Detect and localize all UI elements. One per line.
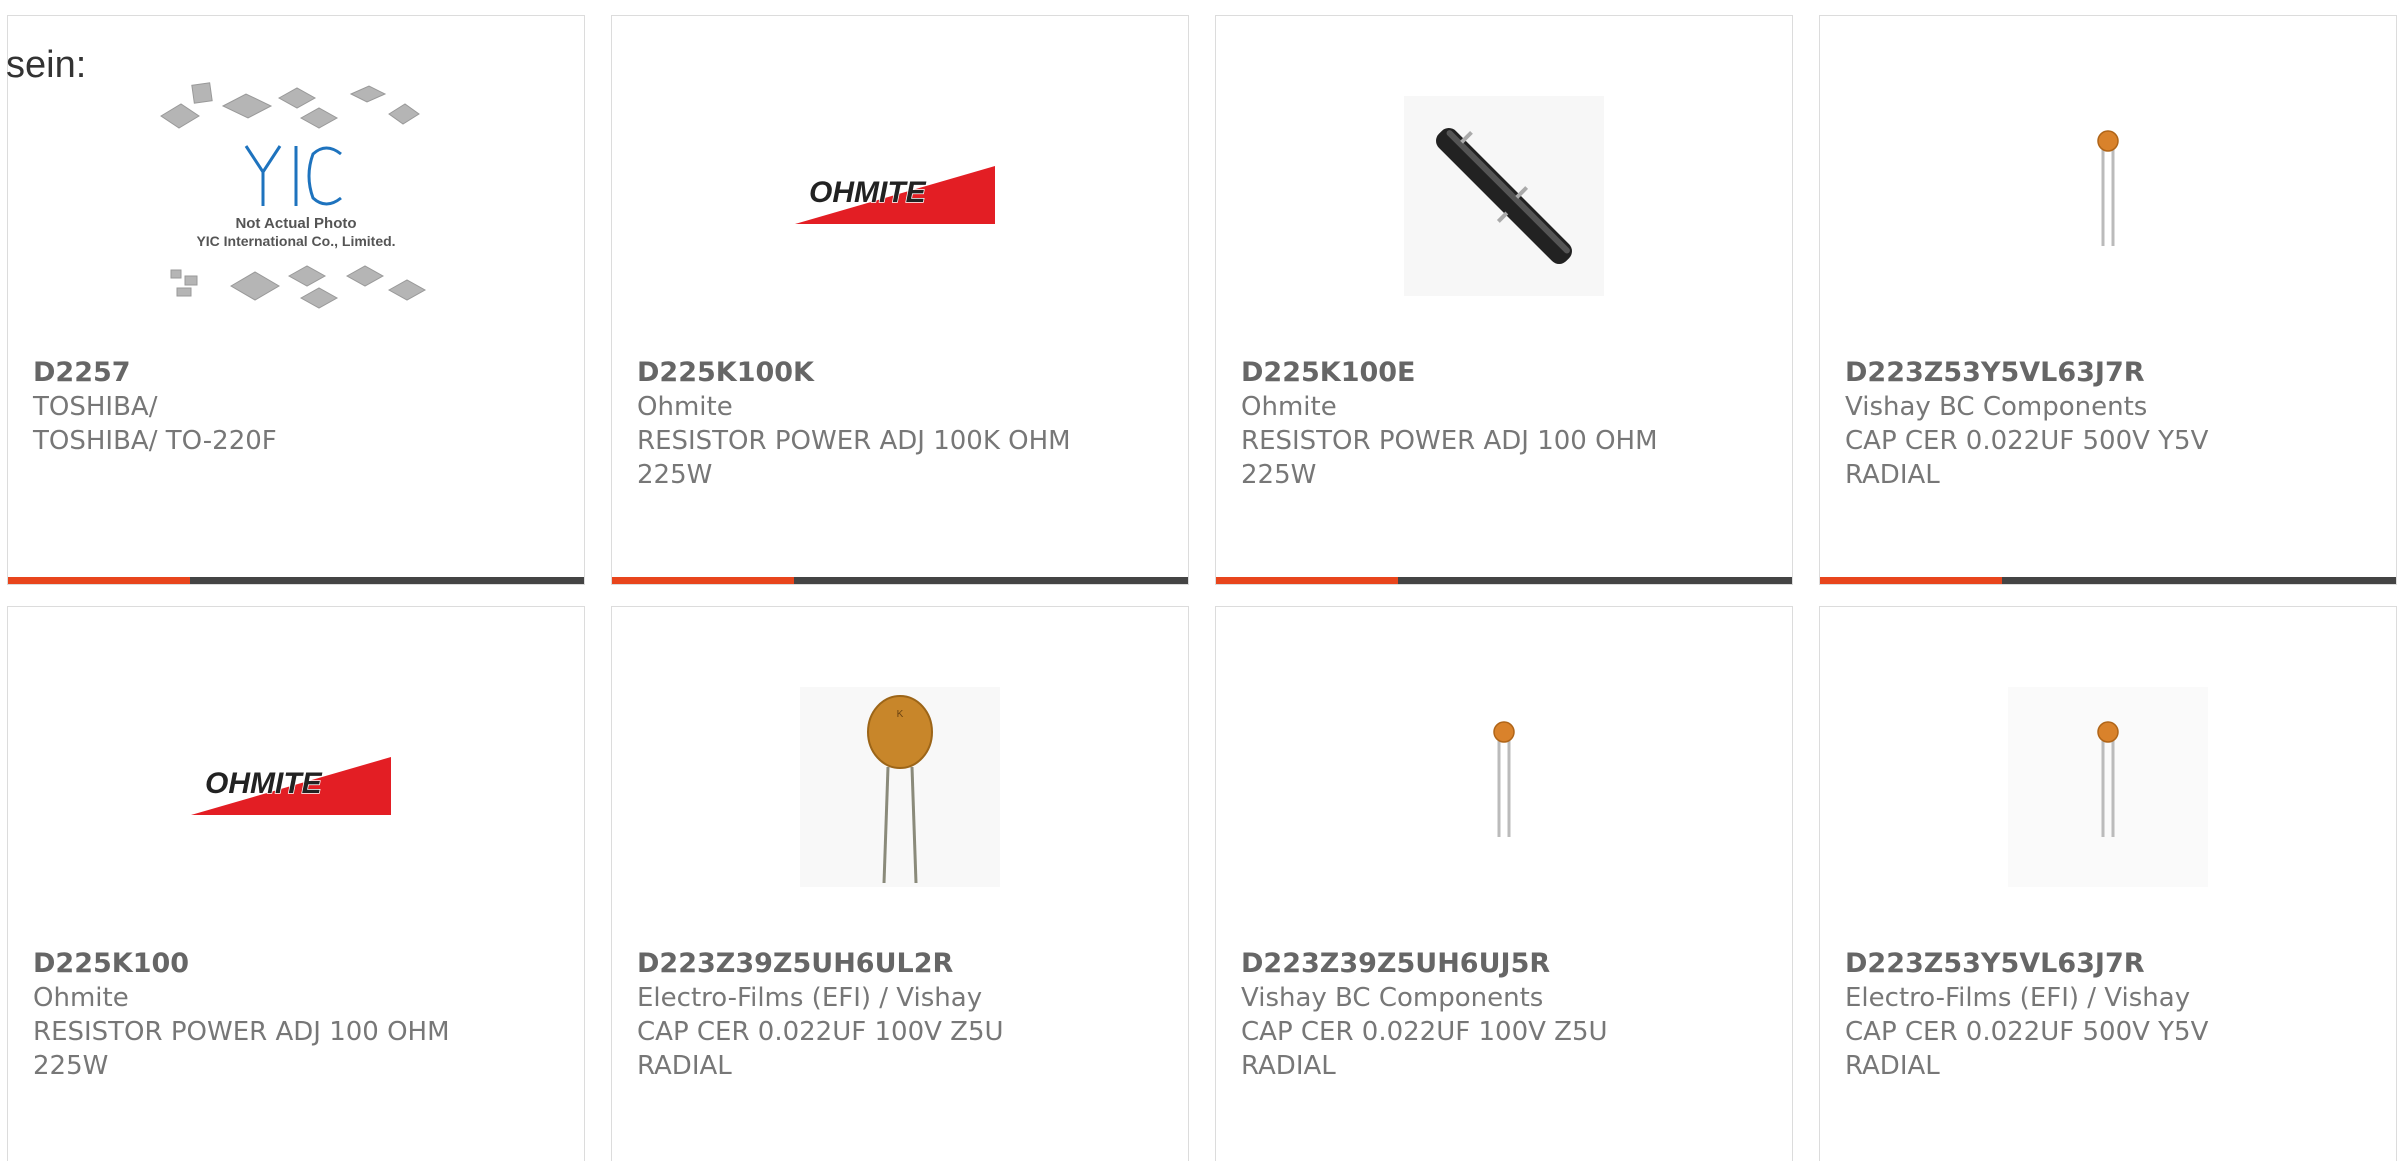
- product-image: OHMITE: [612, 86, 1188, 306]
- part-number[interactable]: D225K100K: [637, 356, 1163, 390]
- product-card[interactable]: D223Z53Y5VL63J7R Vishay BC Components CA…: [1819, 15, 2397, 585]
- product-card[interactable]: OHMITE D225K100K Ohmite RESISTOR POWER A…: [611, 15, 1189, 585]
- product-card[interactable]: D223Z53Y5VL63J7R Electro-Films (EFI) / V…: [1819, 606, 2397, 1161]
- product-image: [1820, 677, 2396, 897]
- product-card[interactable]: D223Z39Z5UH6UJ5R Vishay BC Components CA…: [1215, 606, 1793, 1161]
- part-number[interactable]: D225K100E: [1241, 356, 1767, 390]
- svg-text:K: K: [897, 709, 904, 720]
- card-accent-bar: [612, 577, 794, 584]
- manufacturer: TOSHIBA/: [33, 392, 158, 422]
- description: CAP CER 0.022UF 500V Y5V RADIAL: [1845, 1017, 2209, 1081]
- manufacturer: Ohmite: [33, 983, 129, 1013]
- part-number[interactable]: D223Z53Y5VL63J7R: [1845, 947, 2371, 981]
- description: RESISTOR POWER ADJ 100K OHM 225W: [637, 426, 1071, 490]
- not-actual-photo-placeholder-icon: Not Actual Photo YIC International Co., …: [160, 82, 427, 309]
- part-number[interactable]: D223Z53Y5VL63J7R: [1845, 356, 2371, 390]
- product-card[interactable]: Not Actual Photo YIC International Co., …: [7, 15, 585, 585]
- product-info: D225K100 Ohmite RESISTOR POWER ADJ 100 O…: [33, 947, 559, 1083]
- description: RESISTOR POWER ADJ 100 OHM 225W: [1241, 426, 1658, 490]
- lead-text: sein:: [6, 44, 87, 86]
- ceramic-capacitor-icon: [2097, 130, 2119, 246]
- manufacturer: Vishay BC Components: [1845, 392, 2148, 422]
- product-grid-page: sein: Not Actual Photo YIC International…: [0, 0, 2400, 1161]
- card-bottom-bar: [1820, 577, 2396, 584]
- ceramic-capacitor-icon: [1493, 721, 1515, 837]
- product-card[interactable]: OHMITE D225K100 Ohmite RESISTOR POWER AD…: [7, 606, 585, 1161]
- manufacturer: Electro-Films (EFI) / Vishay: [637, 983, 983, 1013]
- card-accent-bar: [1216, 577, 1398, 584]
- card-bottom-bar: [8, 577, 584, 584]
- card-bottom-bar: [612, 577, 1188, 584]
- description: CAP CER 0.022UF 500V Y5V RADIAL: [1845, 426, 2209, 490]
- power-resistor-icon: [1404, 96, 1604, 296]
- not-actual-photo-label: Not Actual Photo: [235, 215, 356, 232]
- description: RESISTOR POWER ADJ 100 OHM 225W: [33, 1017, 450, 1081]
- product-image: [1216, 677, 1792, 897]
- part-number[interactable]: D223Z39Z5UH6UL2R: [637, 947, 1163, 981]
- yic-company-label: YIC International Co., Limited.: [196, 233, 395, 249]
- product-info: D223Z39Z5UH6UL2R Electro-Films (EFI) / V…: [637, 947, 1163, 1083]
- ceramic-disc-capacitor-icon: K: [800, 687, 1000, 887]
- manufacturer: Ohmite: [637, 392, 733, 422]
- product-card[interactable]: K D223Z39Z5UH6UL2R Electro-Films (EFI) /…: [611, 606, 1189, 1161]
- ohmite-logo-icon: OHMITE: [795, 166, 995, 224]
- product-image: K: [612, 677, 1188, 897]
- ceramic-capacitor-icon: [2008, 687, 2208, 887]
- description: TOSHIBA/ TO-220F: [33, 426, 277, 456]
- part-number[interactable]: D2257: [33, 356, 559, 390]
- ohmite-logo-text: OHMITE: [809, 176, 927, 209]
- manufacturer: Electro-Films (EFI) / Vishay: [1845, 983, 2191, 1013]
- product-info: D225K100K Ohmite RESISTOR POWER ADJ 100K…: [637, 356, 1163, 492]
- manufacturer: Vishay BC Components: [1241, 983, 1544, 1013]
- product-info: D223Z53Y5VL63J7R Electro-Films (EFI) / V…: [1845, 947, 2371, 1083]
- product-info: D2257 TOSHIBA/ TOSHIBA/ TO-220F: [33, 356, 559, 458]
- manufacturer: Ohmite: [1241, 392, 1337, 422]
- product-image: OHMITE: [8, 677, 584, 897]
- part-number[interactable]: D225K100: [33, 947, 559, 981]
- product-card[interactable]: D225K100E Ohmite RESISTOR POWER ADJ 100 …: [1215, 15, 1793, 585]
- card-bottom-bar: [1216, 577, 1792, 584]
- card-accent-bar: [8, 577, 190, 584]
- product-image: [1820, 86, 2396, 306]
- product-info: D223Z53Y5VL63J7R Vishay BC Components CA…: [1845, 356, 2371, 492]
- product-image: [1216, 86, 1792, 306]
- ohmite-logo-text: OHMITE: [205, 767, 323, 800]
- card-accent-bar: [1820, 577, 2002, 584]
- part-number[interactable]: D223Z39Z5UH6UJ5R: [1241, 947, 1767, 981]
- product-info: D223Z39Z5UH6UJ5R Vishay BC Components CA…: [1241, 947, 1767, 1083]
- product-image: Not Actual Photo YIC International Co., …: [8, 82, 584, 309]
- description: CAP CER 0.022UF 100V Z5U RADIAL: [637, 1017, 1004, 1081]
- description: CAP CER 0.022UF 100V Z5U RADIAL: [1241, 1017, 1608, 1081]
- ohmite-logo-icon: OHMITE: [191, 757, 391, 815]
- product-info: D225K100E Ohmite RESISTOR POWER ADJ 100 …: [1241, 356, 1767, 492]
